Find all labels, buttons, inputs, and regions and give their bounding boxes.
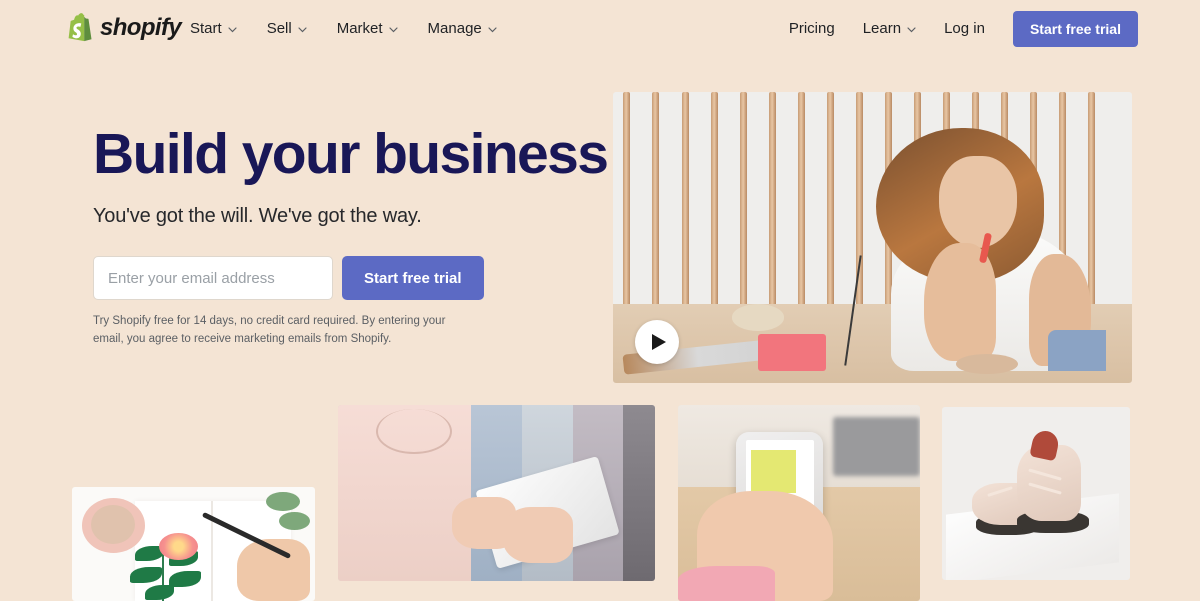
hero-pink-machine bbox=[758, 333, 826, 372]
nav-start-free-trial-button[interactable]: Start free trial bbox=[1012, 10, 1138, 47]
play-icon[interactable] bbox=[635, 320, 679, 364]
hero-wall-slat bbox=[797, 92, 805, 308]
hero-stone bbox=[955, 353, 1018, 375]
hero-video-thumbnail[interactable] bbox=[613, 92, 1132, 383]
tablet-necklace bbox=[376, 408, 453, 455]
page-title: Build your business bbox=[93, 122, 609, 186]
hero-wall-slat bbox=[826, 92, 834, 308]
hero-subheadline: You've got the will. We've got the way. bbox=[93, 205, 422, 228]
hero-face bbox=[938, 156, 1018, 249]
nav-item-sell[interactable]: Sell bbox=[267, 20, 307, 37]
nav-item-start[interactable]: Start bbox=[190, 20, 237, 37]
tablet-hand-right bbox=[502, 507, 573, 564]
gallery-image-phone bbox=[678, 405, 920, 601]
nav-item-login[interactable]: Log in bbox=[944, 20, 985, 37]
nav-secondary-links: Pricing Learn Log in Start free trial bbox=[789, 0, 1138, 57]
sketch-bowl-inner bbox=[91, 505, 136, 544]
nav-item-login-label: Log in bbox=[944, 20, 985, 37]
nav-item-pricing[interactable]: Pricing bbox=[789, 20, 835, 37]
sketch-eucalyptus bbox=[266, 491, 301, 511]
hero-woman bbox=[862, 115, 1106, 372]
nav-item-learn-label: Learn bbox=[862, 20, 902, 37]
phone-sleeve bbox=[678, 565, 775, 601]
hero-jeans bbox=[1048, 330, 1106, 372]
sketch-flower bbox=[159, 532, 199, 560]
chevron-down-icon bbox=[298, 26, 307, 33]
phone-product-image bbox=[751, 450, 796, 494]
hero-wall-slat bbox=[623, 92, 631, 308]
chevron-down-icon bbox=[488, 26, 497, 33]
sketch-eucalyptus bbox=[278, 512, 311, 531]
tablet-garment bbox=[623, 405, 655, 581]
nav-item-start-label: Start bbox=[190, 20, 222, 37]
hero-wall-slat bbox=[652, 92, 660, 308]
shopify-logo[interactable]: shopify bbox=[68, 13, 182, 42]
hero-wall-slat bbox=[768, 92, 776, 308]
nav-item-manage[interactable]: Manage bbox=[428, 20, 497, 37]
nav-item-pricing-label: Pricing bbox=[788, 20, 835, 37]
nav-primary-links: Start Sell Market Manage bbox=[190, 0, 497, 57]
phone-furniture bbox=[832, 416, 920, 476]
nav-item-learn[interactable]: Learn bbox=[863, 20, 916, 37]
signup-fineprint: Try Shopify free for 14 days, no credit … bbox=[93, 315, 446, 345]
email-input[interactable] bbox=[93, 256, 333, 301]
nav-item-manage-label: Manage bbox=[427, 20, 482, 37]
main-navigation: shopify Start Sell Market Manage Pricing… bbox=[0, 0, 1200, 57]
hero-tape-roll bbox=[732, 304, 785, 331]
nav-item-market[interactable]: Market bbox=[337, 20, 398, 37]
shopify-homepage: shopify Start Sell Market Manage Pricing… bbox=[0, 0, 1200, 601]
signup-form: Start free trial bbox=[93, 256, 563, 301]
hero-wall-slat bbox=[710, 92, 718, 308]
shopify-wordmark: shopify bbox=[100, 13, 182, 41]
shopify-bag-icon bbox=[68, 13, 93, 42]
chevron-down-icon bbox=[907, 26, 916, 33]
nav-item-market-label: Market bbox=[336, 20, 383, 37]
gallery-image-sketchbook bbox=[72, 487, 315, 601]
hero-wall-slat bbox=[681, 92, 689, 308]
hero-start-free-trial-button[interactable]: Start free trial bbox=[342, 256, 484, 301]
gallery-image-tablet bbox=[338, 405, 655, 581]
nav-item-sell-label: Sell bbox=[266, 20, 292, 37]
hero-wall-slat bbox=[739, 92, 747, 308]
chevron-down-icon bbox=[228, 26, 237, 33]
chevron-down-icon bbox=[388, 26, 398, 33]
gallery-image-shoes bbox=[942, 407, 1130, 580]
hero-text-block: Build your business You've got the will.… bbox=[93, 122, 609, 348]
